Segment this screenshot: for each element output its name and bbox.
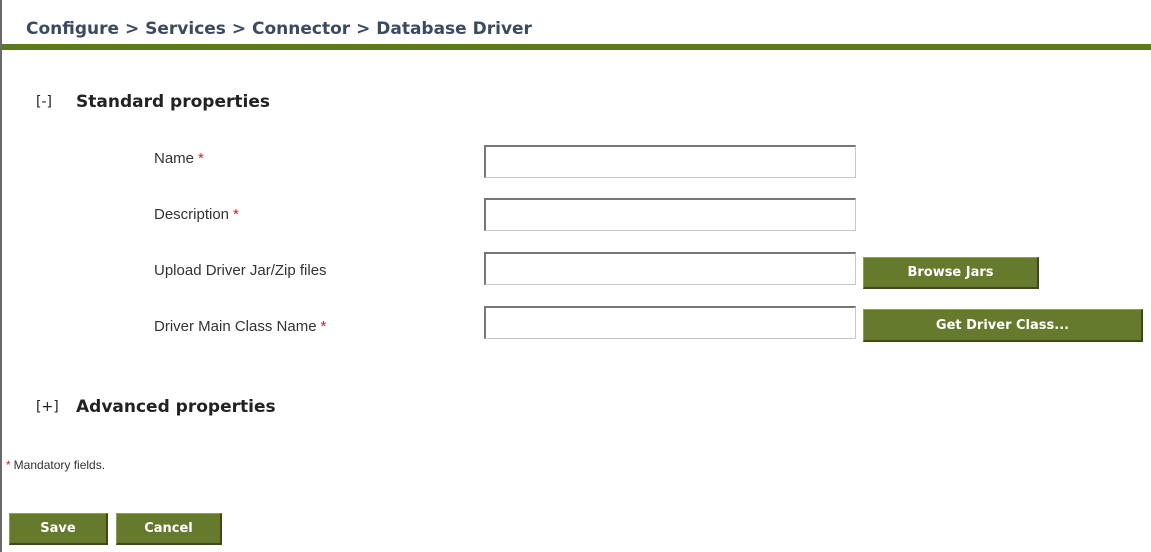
mandatory-note-text: Mandatory fields. (13, 458, 106, 472)
advanced-properties-header[interactable]: [+] Advanced properties (36, 397, 276, 417)
breadcrumb: Configure > Services > Connector > Datab… (26, 19, 532, 39)
upload-driver-input[interactable] (484, 252, 856, 285)
required-marker: * (320, 318, 327, 335)
breadcrumb-bar: Configure > Services > Connector > Datab… (2, 0, 1151, 50)
get-driver-class-button[interactable]: Get Driver Class... (863, 309, 1143, 342)
browse-jars-button[interactable]: Browse Jars (863, 257, 1039, 289)
collapse-toggle[interactable]: [-] (36, 94, 76, 110)
left-frame-border (0, 0, 2, 552)
name-input[interactable] (484, 145, 856, 178)
driver-class-label-text: Driver Main Class Name (154, 318, 317, 335)
save-button[interactable]: Save (9, 513, 108, 545)
description-input[interactable] (484, 198, 856, 231)
name-label: Name * (154, 150, 204, 167)
required-marker: * (6, 458, 11, 472)
description-label: Description * (154, 206, 239, 223)
cancel-button[interactable]: Cancel (116, 513, 222, 545)
expand-toggle[interactable]: [+] (36, 399, 76, 415)
standard-properties-header[interactable]: [-] Standard properties (36, 92, 270, 112)
description-label-text: Description (154, 206, 230, 223)
driver-class-input[interactable] (484, 306, 856, 339)
advanced-properties-title: Advanced properties (76, 397, 276, 417)
required-marker: * (233, 206, 239, 223)
driver-class-label: Driver Main Class Name * (154, 318, 326, 335)
name-label-text: Name (154, 150, 195, 167)
standard-properties-title: Standard properties (76, 92, 270, 112)
mandatory-note: * Mandatory fields. (6, 458, 105, 472)
required-marker: * (198, 150, 204, 167)
upload-driver-label-text: Upload Driver Jar/Zip files (154, 262, 327, 279)
upload-driver-label: Upload Driver Jar/Zip files (154, 262, 331, 279)
